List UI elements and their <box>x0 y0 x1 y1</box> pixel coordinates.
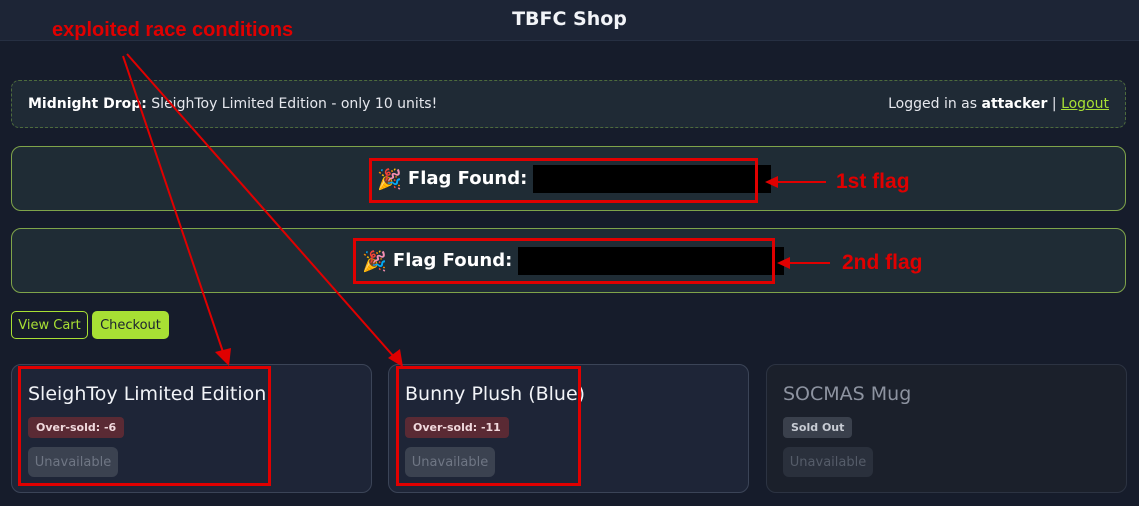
annotation-arrows <box>122 53 830 367</box>
arrow-to-product-1 <box>122 55 225 356</box>
arrowhead-icon <box>215 348 231 366</box>
arrow-to-product-2 <box>126 53 396 359</box>
arrowhead-icon <box>765 176 778 188</box>
arrowhead-icon <box>777 257 790 269</box>
